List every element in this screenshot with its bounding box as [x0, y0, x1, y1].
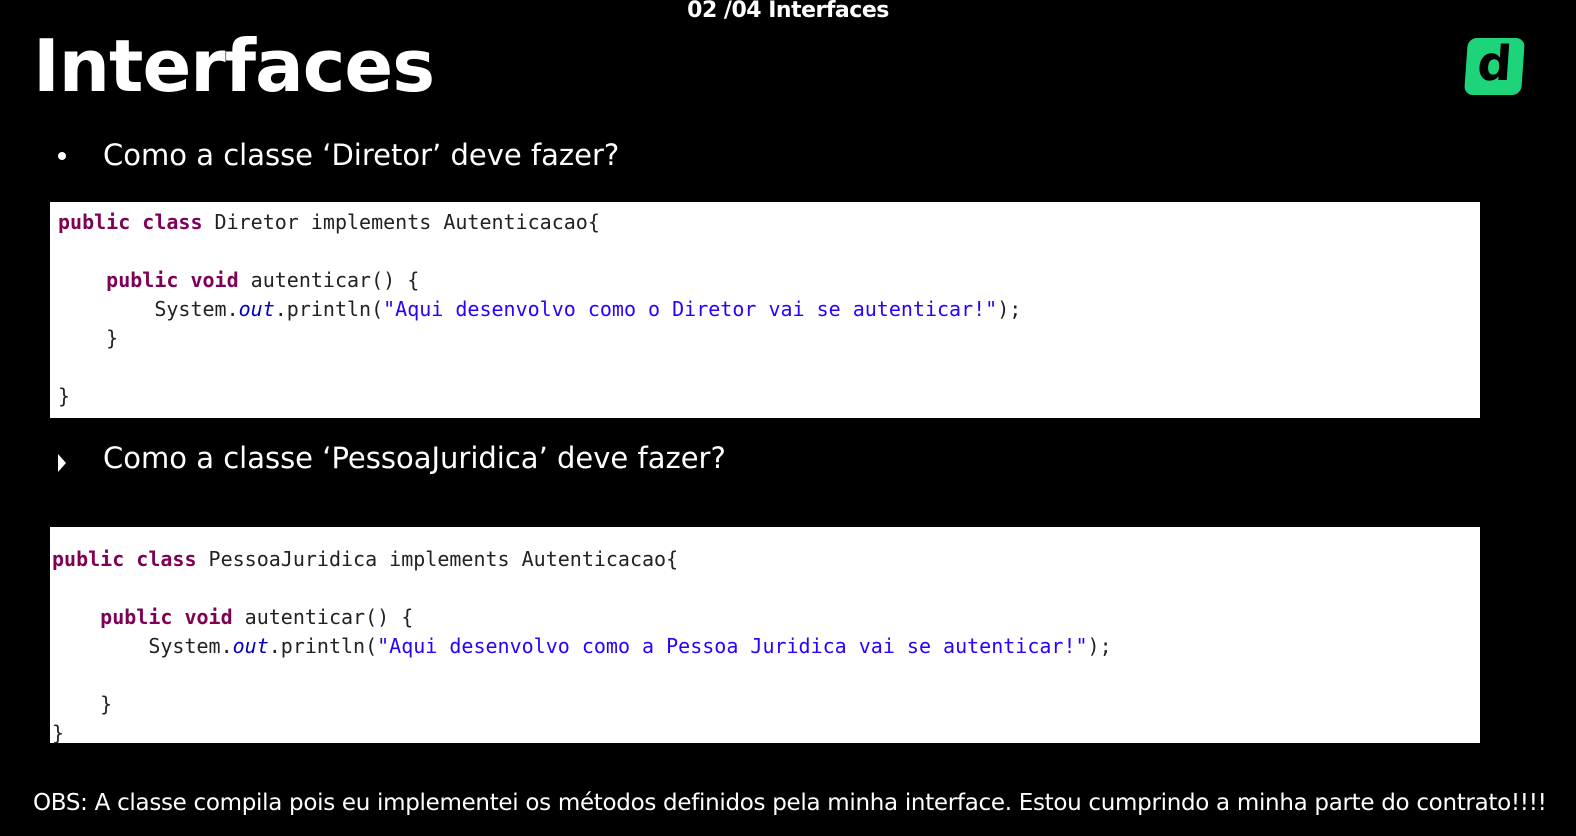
bullet-triangle-icon	[58, 454, 66, 472]
code-line: }	[106, 326, 119, 350]
obs-note: OBS: A classe compila pois eu implemente…	[33, 790, 1547, 816]
code-line: }	[52, 721, 65, 745]
question-diretor: Como a classe ‘Diretor’ deve fazer?	[103, 138, 620, 172]
code-line: public void autenticar() {	[100, 605, 414, 629]
question-pessoa-juridica: Como a classe ‘PessoaJuridica’ deve faze…	[103, 441, 726, 475]
brand-logo: d	[1464, 35, 1525, 95]
slide-title: Interfaces	[33, 24, 435, 108]
code-block-pessoa-juridica: public class PessoaJuridica implements A…	[50, 527, 1480, 745]
logo-letter: d	[1475, 35, 1514, 92]
code-line: }	[100, 692, 113, 716]
code-line: System.out.println("Aqui desenvolvo como…	[148, 634, 1112, 658]
code-block-diretor: public class Diretor implements Autentic…	[50, 202, 1480, 418]
bullet-dot-icon	[58, 152, 66, 160]
code-line: System.out.println("Aqui desenvolvo como…	[154, 297, 1022, 321]
slide-caption: 02 /04 Interfaces	[687, 0, 889, 23]
code-line: }	[58, 384, 71, 408]
code-line: public class PessoaJuridica implements A…	[52, 547, 679, 571]
code-line: public class Diretor implements Autentic…	[58, 210, 600, 234]
code-line: public void autenticar() {	[106, 268, 420, 292]
